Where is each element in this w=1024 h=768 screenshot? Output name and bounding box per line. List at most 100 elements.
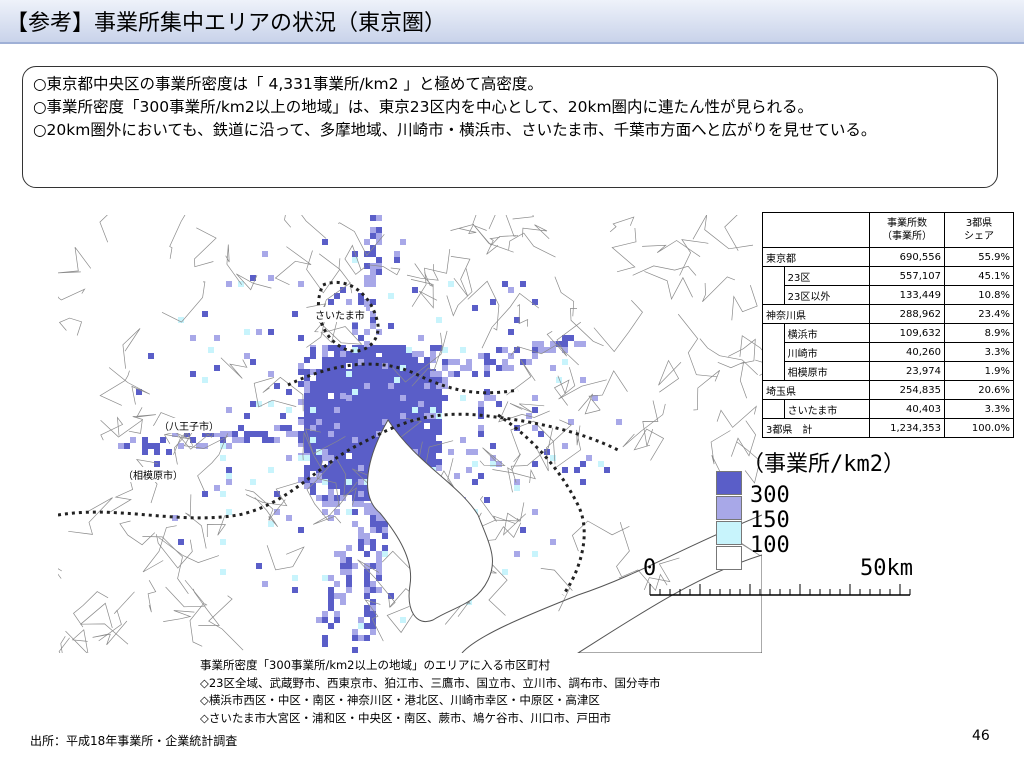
density-cell: [340, 375, 346, 381]
density-cell: [376, 257, 382, 263]
density-cell: [202, 491, 208, 497]
density-cell: [214, 335, 220, 341]
density-cell: [430, 459, 436, 465]
density-cell: [352, 453, 358, 459]
density-cell: [304, 455, 310, 461]
density-cell: [316, 435, 322, 441]
density-cell: [412, 351, 418, 357]
density-cell: [370, 509, 376, 515]
density-cell: [310, 465, 316, 471]
table-cell-label: さいたま市: [783, 399, 871, 419]
boundary-line: [571, 520, 630, 552]
boundary-line: [611, 227, 637, 273]
boundary-line: [119, 520, 156, 546]
density-cell: [346, 357, 352, 363]
density-cell: [268, 467, 274, 473]
density-cell: [340, 399, 346, 405]
density-cell: [358, 479, 364, 485]
density-cell: [376, 369, 382, 375]
density-cell: [226, 509, 232, 515]
boundary-line: [633, 428, 665, 461]
density-cell: [418, 441, 424, 447]
density-cell: [424, 441, 430, 447]
density-cell: [274, 437, 280, 443]
table-cell-label: 東京都: [762, 247, 870, 267]
density-cell: [394, 351, 400, 357]
boundary-line: [184, 579, 205, 647]
density-cell: [328, 431, 334, 437]
density-cell: [328, 375, 334, 381]
density-cell: [322, 423, 328, 429]
density-cell: [562, 341, 568, 347]
density-cell: [358, 369, 364, 375]
density-cell: [346, 569, 352, 575]
density-cell: [436, 399, 442, 405]
density-cell: [352, 389, 358, 395]
density-cell: [376, 405, 382, 411]
density-cell: [334, 617, 340, 623]
density-cell: [298, 335, 304, 341]
density-cell: [466, 365, 472, 371]
density-cell: [328, 405, 334, 411]
density-cell: [352, 323, 358, 329]
boundary-line: [108, 367, 150, 405]
density-cell: [334, 483, 340, 489]
density-cell: [616, 419, 622, 425]
density-cell: [514, 551, 520, 557]
boundary-line: [622, 403, 666, 448]
density-cell: [226, 281, 232, 287]
density-cell: [340, 563, 346, 569]
table-row: 川崎市 40,260 3.3%: [762, 342, 1014, 362]
density-cell: [418, 401, 424, 407]
density-cell: [484, 353, 490, 359]
density-cell: [322, 363, 328, 369]
density-cell: [406, 431, 412, 437]
density-cell: [370, 227, 376, 233]
density-cell: [472, 305, 478, 311]
density-cell: [322, 405, 328, 411]
boundary-line: [486, 237, 500, 255]
density-cell: [532, 509, 538, 515]
title-bar: 【参考】事業所集中エリアの状況（東京圏）: [0, 0, 1024, 44]
table-cell-indent: [762, 361, 785, 381]
density-cell: [310, 459, 316, 465]
density-cell: [346, 381, 352, 387]
legend-swatch-100: [716, 521, 742, 545]
density-cell: [274, 383, 280, 389]
density-cell: [412, 363, 418, 369]
density-cell: [394, 399, 400, 405]
density-cell: [334, 551, 340, 557]
density-cell: [376, 411, 382, 417]
density-cell: [340, 489, 346, 495]
density-cell: [358, 429, 364, 435]
density-cell: [376, 423, 382, 429]
table-cell-label: 横浜市: [783, 323, 871, 343]
density-cell: [430, 387, 436, 393]
density-cell: [370, 263, 376, 269]
density-cell: [334, 593, 340, 599]
density-cell: [472, 449, 478, 455]
table-cell-count: 254,835: [869, 380, 945, 400]
density-cell: [364, 605, 370, 611]
density-cell: [346, 545, 352, 551]
density-cell: [328, 299, 334, 305]
density-cell: [406, 401, 412, 407]
boundary-line: [555, 425, 581, 468]
density-cell: [442, 377, 448, 383]
density-cell: [316, 411, 322, 417]
density-cell: [316, 617, 322, 623]
density-cell: [478, 431, 484, 437]
density-cell: [514, 479, 520, 485]
density-cell: [346, 435, 352, 441]
density-cell: [550, 539, 556, 545]
density-cell: [388, 405, 394, 411]
density-cell: [580, 479, 586, 485]
density-cell: [526, 359, 532, 365]
density-cell: [454, 371, 460, 377]
density-cell: [328, 447, 334, 453]
density-cell: [376, 347, 382, 353]
density-cell: [418, 387, 424, 393]
density-cell: [346, 411, 352, 417]
density-cell: [436, 465, 442, 471]
density-cell: [334, 357, 340, 363]
